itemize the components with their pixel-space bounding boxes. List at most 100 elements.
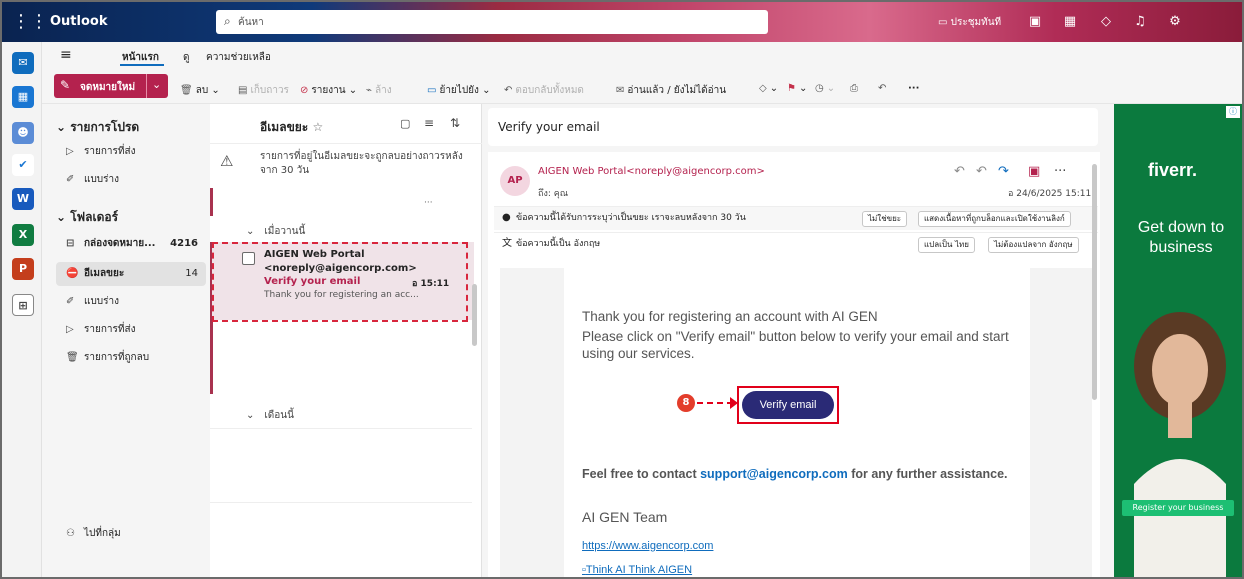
- tag-button[interactable]: ◇ ⌄: [759, 83, 778, 94]
- group-this-month[interactable]: ⌄ เดือนนี้: [246, 408, 294, 423]
- contact-post: for any further assistance.: [847, 467, 1008, 481]
- todo-app-icon[interactable]: ✔: [12, 154, 34, 176]
- folder-inbox[interactable]: ⊟ กล่องจดหมาย... 4216: [56, 232, 206, 256]
- powerpoint-app-icon[interactable]: P: [12, 258, 34, 280]
- folder-junk[interactable]: ⛔ อีเมลขยะ 14: [56, 262, 206, 286]
- website-link[interactable]: https://www.aigencorp.com: [582, 538, 713, 555]
- meet-now-label: ประชุมทันที: [950, 17, 1002, 28]
- subject-bar: Verify your email: [488, 108, 1098, 146]
- body-line-1: Thank you for registering an account wit…: [582, 309, 878, 324]
- ad-info-icon[interactable]: ⓘ: [1226, 106, 1240, 118]
- show-blocked-button[interactable]: แสดงเนื้อหาที่ถูกบล็อกและเปิดใช้งานลิงก์: [918, 211, 1071, 227]
- snooze-button[interactable]: ◷ ⌄: [815, 83, 835, 94]
- search-placeholder: ค้นหา: [238, 17, 264, 28]
- more-options-button[interactable]: ···: [908, 83, 919, 94]
- support-email-link[interactable]: support@aigencorp.com: [700, 467, 848, 481]
- move-to-button[interactable]: ▭ ย้ายไปยัง ⌄: [427, 83, 490, 98]
- app-launcher-icon[interactable]: ⋮⋮: [12, 10, 48, 34]
- meet-now-button[interactable]: ▭ ประชุมทันที: [938, 15, 1001, 30]
- go-to-groups-link[interactable]: ⚇ ไปที่กลุ่ม: [56, 522, 206, 546]
- report-button[interactable]: ⊘ รายงาน ⌄: [300, 83, 357, 98]
- reply-all-button[interactable]: ↶ ตอบกลับทั้งหมด: [504, 83, 584, 98]
- reply-all-icon[interactable]: ↶: [976, 164, 987, 179]
- junk-notice-text: รายการที่อยู่ในอีเมลขยะจะถูกลบอย่างถาวรห…: [260, 151, 463, 176]
- trash-icon: 🗑: [180, 85, 193, 96]
- tab-view[interactable]: ดู: [183, 50, 190, 65]
- gear-icon[interactable]: ⚙: [1165, 12, 1185, 32]
- folder-sent[interactable]: ▷ รายการที่ส่ง: [56, 318, 206, 342]
- folders-header[interactable]: ⌄ โฟลเดอร์: [56, 208, 118, 227]
- folder-sent-label: รายการที่ส่ง: [84, 324, 136, 335]
- reading-scrollbar[interactable]: [1092, 164, 1097, 400]
- calendar-app-icon[interactable]: ▦: [12, 86, 34, 108]
- avatar: AP: [500, 166, 530, 196]
- ad-cta-button[interactable]: Register your business: [1122, 500, 1234, 516]
- not-junk-button[interactable]: ไม่ใช่ขยะ: [862, 211, 908, 227]
- tab-home[interactable]: หน้าแรก: [122, 50, 159, 65]
- star-icon[interactable]: ☆: [312, 120, 323, 134]
- archive-button[interactable]: ▤ เก็บถาวร: [238, 83, 289, 98]
- message-card: AP AIGEN Web Portal<noreply@aigencorp.co…: [488, 152, 1100, 577]
- folder-drafts[interactable]: ✐ แบบร่าง: [56, 290, 206, 314]
- favorite-sent[interactable]: ▷ รายการที่ส่ง: [56, 140, 206, 164]
- group-yesterday[interactable]: ⌄ เมื่อวานนี้: [246, 224, 305, 239]
- undo-button[interactable]: ↶: [878, 83, 889, 94]
- read-unread-button[interactable]: ✉ อ่านแล้ว / ยังไม่ได้อ่าน: [616, 83, 726, 98]
- draft-icon: ✐: [66, 174, 75, 185]
- more-icon: ···: [424, 198, 433, 208]
- more-actions-icon[interactable]: ···: [1054, 164, 1066, 179]
- split-divider: [146, 74, 147, 98]
- printer-icon: ⎙: [850, 83, 858, 94]
- divider: [210, 502, 472, 503]
- feedback-icon[interactable]: ◇: [1096, 12, 1116, 32]
- reading-pane: Verify your email AP AIGEN Web Portal<no…: [482, 104, 1114, 577]
- unread-count: 4216: [170, 238, 198, 249]
- sort-icon[interactable]: ⇅: [450, 116, 460, 130]
- teams-icon[interactable]: ▣: [1025, 12, 1045, 32]
- arrow-line: [697, 402, 733, 404]
- menu-icon[interactable]: ≡: [60, 47, 72, 63]
- favorites-header[interactable]: ⌄ รายการโปรด: [56, 118, 139, 137]
- mail-app-icon[interactable]: ✉: [12, 52, 34, 74]
- print-button[interactable]: ⎙: [850, 83, 861, 94]
- flag-button[interactable]: ⚑ ⌄: [787, 83, 807, 94]
- favorite-drafts[interactable]: ✐ แบบร่าง: [56, 168, 206, 192]
- translate-info-text: ข้อความนี้เป็น อังกฤษ: [516, 239, 601, 249]
- folder-deleted[interactable]: 🗑 รายการที่ถูกลบ: [56, 346, 206, 370]
- app-rail: ✉ ▦ ☻ ✔ W X P ⊞: [2, 42, 42, 577]
- filter-icon[interactable]: ≡: [424, 116, 434, 130]
- more-apps-icon[interactable]: ⊞: [12, 294, 34, 316]
- folder-deleted-label: รายการที่ถูกลบ: [84, 352, 150, 363]
- reply-all-label: ตอบกลับทั้งหมด: [515, 85, 584, 96]
- office-icon[interactable]: ▦: [1060, 12, 1080, 32]
- favorite-sent-label: รายการที่ส่ง: [84, 146, 136, 157]
- excel-app-icon[interactable]: X: [12, 224, 34, 246]
- banner-image-link[interactable]: ▫Think AI Think AIGEN: [582, 562, 692, 579]
- new-mail-button[interactable]: ✎ จดหมายใหม่ ⌄: [54, 74, 168, 98]
- forward-icon[interactable]: ↷: [998, 164, 1009, 179]
- chevron-down-icon[interactable]: ⌄: [152, 78, 161, 91]
- folders-title: โฟลเดอร์: [70, 210, 119, 224]
- new-mail-label: จดหมายใหม่: [80, 82, 136, 93]
- search-box[interactable]: ⌕ ค้นหา: [216, 10, 768, 34]
- top-bar: ⋮⋮ Outlook ⌕ ค้นหา ▭ ประชุมทันที ▣ ▦ ◇ ♫…: [2, 2, 1242, 42]
- bell-icon[interactable]: ♫: [1130, 12, 1150, 32]
- delete-button[interactable]: 🗑 ลบ ⌄: [180, 83, 220, 98]
- apps-icon[interactable]: ▣: [1028, 164, 1040, 179]
- send-icon: ▷: [66, 324, 74, 335]
- tab-help[interactable]: ความช่วยเหลือ: [206, 50, 271, 65]
- app-title[interactable]: Outlook: [50, 14, 107, 29]
- word-app-icon[interactable]: W: [12, 188, 34, 210]
- team-signature: AI GEN Team: [582, 509, 668, 525]
- dont-translate-button[interactable]: ไม่ต้องแปลจาก อังกฤษ: [988, 237, 1079, 253]
- ad-panel[interactable]: ⓘ fiverr. Get down to business Register …: [1114, 104, 1242, 577]
- sweep-button[interactable]: ⌁ ล้าง: [366, 83, 392, 98]
- group-this-month-label: เดือนนี้: [264, 410, 294, 421]
- active-tab-underline: [120, 64, 164, 66]
- translate-button[interactable]: แปลเป็น ไทย: [918, 237, 975, 253]
- select-icon[interactable]: ▢: [400, 117, 410, 130]
- reply-icon[interactable]: ↶: [954, 164, 965, 179]
- sender-line[interactable]: AIGEN Web Portal<noreply@aigencorp.com>: [538, 166, 765, 177]
- people-app-icon[interactable]: ☻: [12, 122, 34, 144]
- list-scrollbar[interactable]: [472, 284, 477, 346]
